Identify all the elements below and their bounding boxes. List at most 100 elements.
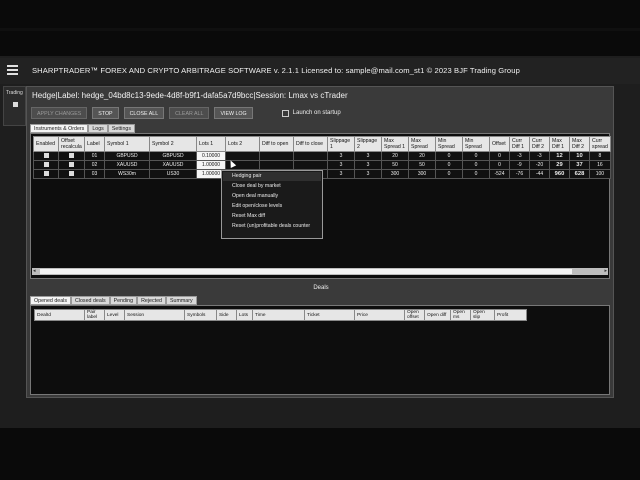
deals-column-header[interactable]: Open ms [450,309,471,321]
pairs-column-header[interactable]: Curr spread [589,136,611,152]
checkbox-checked-icon[interactable] [43,162,49,168]
checkbox-checked-icon[interactable] [69,171,74,177]
deals-column-header[interactable]: Ticket [304,309,355,321]
offset-recalc-checkbox[interactable] [58,169,85,179]
table-cell[interactable]: 1.00000 [196,160,226,170]
deals-column-header[interactable]: Side [216,309,237,321]
pairs-column-header[interactable]: Symbol 2 [149,136,197,152]
enabled-checkbox[interactable] [33,151,59,161]
tab-settings[interactable]: Settings [107,124,135,133]
pairs-column-header[interactable]: Diff to close [293,136,328,152]
tab-pending[interactable]: Pending [109,296,138,305]
scroll-left-icon[interactable]: ◂ [33,269,36,274]
deals-grid: DealId Pair label Level Session Symbols Side L… [30,305,610,395]
menu-item-reset-deals-counter[interactable]: Reset (un)profitable deals counter [232,223,310,229]
pairs-header-row: Enabled Offset recalcula Label Symbol 1 Symb… [33,136,611,152]
table-cell: XAUUSD [149,160,197,170]
tab-logs[interactable]: Logs [88,124,108,133]
pairs-column-header[interactable]: Curr Diff 2 [529,136,550,152]
hamburger-menu-icon[interactable] [7,65,18,75]
pairs-column-header[interactable]: Enabled [33,136,59,152]
stop-button[interactable]: STOP [92,107,119,119]
table-cell: 300 [381,169,409,179]
deals-column-header[interactable]: Lots [236,309,253,321]
launch-on-startup[interactable]: Launch on startup [281,109,341,117]
close-all-button[interactable]: CLOSE ALL [123,107,165,119]
enabled-checkbox[interactable] [33,160,59,170]
table-row[interactable]: 01 GBPUSD GBPUSD 0.10000 3 3 20 20 0 0 0 -3 -3 12 10 8 [33,151,611,161]
tab-rejected[interactable]: Rejected [137,296,166,305]
pairs-column-header[interactable]: Max Diff 1 [549,136,570,152]
checkbox-checked-icon[interactable] [69,153,74,159]
pairs-column-header[interactable]: Diff to open [259,136,294,152]
table-cell: 12 [549,151,570,161]
desktop: SHARPTRADER™ FOREX AND CRYPTO ARBITRAGE … [0,0,640,480]
apply-changes-button[interactable]: APPLY CHANGES [31,107,88,119]
deals-column-header[interactable]: Symbols [184,309,217,321]
tab-instruments-orders[interactable]: Instruments & Orders [30,124,89,133]
deals-table: DealId Pair label Level Session Symbols Side L… [34,309,527,321]
deals-column-header[interactable]: Pair label [84,309,105,321]
table-cell: 02 [84,160,105,170]
table-row[interactable]: 02 XAUUSD XAUUSD 1.00000 3 3 50 50 0 0 0 -9 -20 29 37 1… [33,160,611,170]
left-side-panel[interactable]: Trading [3,86,26,126]
table-cell: 0 [489,160,510,170]
pairs-column-header[interactable]: Max Diff 2 [569,136,590,152]
scrollbar-thumb[interactable] [40,269,572,274]
deals-column-header[interactable]: Level [104,309,125,321]
table-cell: -20 [529,160,550,170]
table-cell[interactable]: 0.10000 [196,151,226,161]
pairs-column-header[interactable]: Slippage 2 [354,136,382,152]
deals-column-header[interactable]: Open diff [424,309,451,321]
offset-recalc-checkbox[interactable] [58,151,85,161]
table-cell: XAUUSD [104,160,150,170]
menu-item-close-deal-by-market[interactable]: Close deal by market [232,183,281,189]
pairs-column-header[interactable]: Max Spread 1 [381,136,409,152]
tab-closed-deals[interactable]: Closed deals [70,296,110,305]
table-cell: -76 [509,169,530,179]
pairs-column-header[interactable]: Offset recalcula [58,136,85,152]
deals-column-header[interactable]: Open slip [470,309,495,321]
pairs-column-header[interactable]: Label [84,136,105,152]
view-log-button[interactable]: VIEW LOG [214,107,253,119]
deals-column-header[interactable]: Profit [494,309,527,321]
pairs-column-header[interactable]: Max Spread [408,136,436,152]
scroll-right-icon[interactable]: ▸ [604,269,607,274]
pairs-column-header[interactable]: Lots 1 [196,136,226,152]
deals-column-header[interactable]: Session [124,309,185,321]
window-title: Hedge|Label: hedge_04bd8c13-9ede-4d8f-b9… [32,91,348,100]
table-cell: 20 [408,151,436,161]
menu-item-open-deal-manually[interactable]: Open deal manually [232,193,278,199]
table-cell: GBPUSD [104,151,150,161]
pairs-column-header[interactable]: Min Spread [462,136,490,152]
clear-all-button[interactable]: CLEAR ALL [169,107,210,119]
toolbar: APPLY CHANGES STOP CLOSE ALL CLEAR ALL V… [31,106,341,120]
deals-column-header[interactable]: Price [354,309,405,321]
table-cell: 16 [589,160,611,170]
deals-column-header[interactable]: Time [252,309,305,321]
deals-column-header[interactable]: Open offset [404,309,425,321]
pairs-column-header[interactable]: Slippage 1 [327,136,355,152]
launch-on-startup-checkbox[interactable] [281,109,289,117]
pairs-column-header[interactable]: Offset [489,136,510,152]
horizontal-scrollbar[interactable]: ◂ ▸ [32,268,608,275]
menu-item-edit-levels[interactable]: Edit open/close levels [232,203,282,209]
table-cell: GBPUSD [149,151,197,161]
table-cell: 10 [569,151,590,161]
pairs-column-header[interactable]: Symbol 1 [104,136,150,152]
menu-item-hedging-pair[interactable]: Hedging pair [232,173,261,179]
offset-recalc-checkbox[interactable] [58,160,85,170]
tab-summary[interactable]: Summary [165,296,197,305]
menu-item-reset-max-diff[interactable]: Reset Max diff [232,213,265,219]
tab-opened-deals[interactable]: Opened deals [30,296,71,305]
left-panel-checkbox[interactable] [13,102,18,107]
checkbox-checked-icon[interactable] [69,162,74,168]
deals-label: Deals [313,285,329,291]
deals-column-header[interactable]: DealId [34,309,85,321]
enabled-checkbox[interactable] [33,169,59,179]
checkbox-checked-icon[interactable] [43,153,49,159]
pairs-column-header[interactable]: Lots 2 [225,136,260,152]
checkbox-checked-icon[interactable] [43,171,49,177]
pairs-column-header[interactable]: Curr Diff 1 [509,136,530,152]
pairs-column-header[interactable]: Min Spread [435,136,463,152]
